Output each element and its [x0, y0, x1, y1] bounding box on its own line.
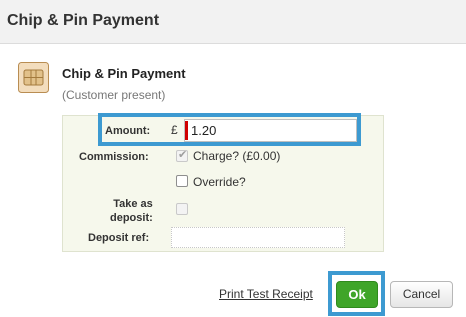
text-caret: [185, 121, 188, 140]
amount-value: 1.20: [191, 123, 217, 138]
take-as-deposit-checkbox[interactable]: [176, 203, 188, 215]
charge-label: Charge? (£0.00): [193, 149, 281, 163]
amount-input[interactable]: 1.20: [184, 119, 357, 142]
print-test-receipt-link[interactable]: Print Test Receipt: [219, 287, 313, 301]
deposit-ref-label: Deposit ref:: [88, 232, 150, 244]
chip-card-icon: [18, 62, 49, 93]
amount-label: Amount:: [105, 125, 151, 137]
payment-subtitle: (Customer present): [62, 88, 166, 102]
dialog-titlebar: Chip & Pin Payment: [0, 0, 466, 44]
take-as-deposit-label: Take as deposit:: [110, 197, 153, 225]
currency-symbol: £: [171, 123, 178, 137]
override-label: Override?: [193, 175, 246, 189]
override-checkbox[interactable]: [176, 175, 188, 187]
payment-heading: Chip & Pin Payment: [62, 66, 186, 81]
take-as-deposit-label-line1: Take as: [113, 198, 153, 210]
deposit-ref-input[interactable]: [171, 227, 345, 248]
cancel-button[interactable]: Cancel: [390, 281, 453, 308]
take-as-deposit-label-line2: deposit:: [110, 212, 153, 224]
checkmark-icon: ✔: [178, 149, 188, 161]
dialog-title: Chip & Pin Payment: [7, 12, 160, 29]
commission-label: Commission:: [79, 151, 149, 163]
ok-button[interactable]: Ok: [336, 281, 378, 308]
charge-checkbox[interactable]: ✔: [176, 149, 188, 162]
